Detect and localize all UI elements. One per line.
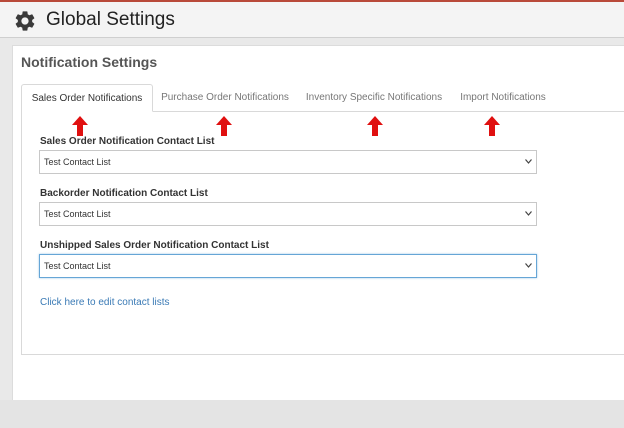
page-footer-area <box>0 400 624 428</box>
chevron-down-icon <box>525 159 532 164</box>
tab-sales-order-notifications[interactable]: Sales Order Notifications <box>21 84 153 112</box>
select-value: Test Contact List <box>44 261 111 271</box>
chevron-down-icon <box>525 263 532 268</box>
tab-inventory-specific-notifications[interactable]: Inventory Specific Notifications <box>298 84 450 112</box>
unshipped-contact-list-select[interactable]: Test Contact List <box>39 254 537 278</box>
sales-order-contact-list-select[interactable]: Test Contact List <box>39 150 537 174</box>
select-value: Test Contact List <box>44 209 111 219</box>
unshipped-contact-list-label: Unshipped Sales Order Notification Conta… <box>40 240 269 251</box>
chevron-down-icon <box>525 211 532 216</box>
gear-icon <box>15 11 35 31</box>
backorder-contact-list-select[interactable]: Test Contact List <box>39 202 537 226</box>
select-value: Test Contact List <box>44 157 111 167</box>
title-bar: Global Settings <box>0 0 624 38</box>
tab-content: Sales Order Notification Contact List Te… <box>21 111 624 355</box>
backorder-contact-list-label: Backorder Notification Contact List <box>40 188 208 199</box>
tab-purchase-order-notifications[interactable]: Purchase Order Notifications <box>157 84 293 112</box>
page-title: Global Settings <box>46 9 175 30</box>
sales-order-contact-list-label: Sales Order Notification Contact List <box>40 136 215 147</box>
tab-import-notifications[interactable]: Import Notifications <box>455 84 551 112</box>
section-title: Notification Settings <box>21 54 158 70</box>
edit-contact-lists-link[interactable]: Click here to edit contact lists <box>40 297 170 308</box>
settings-panel: Notification Settings Sales Order Notifi… <box>12 45 624 400</box>
